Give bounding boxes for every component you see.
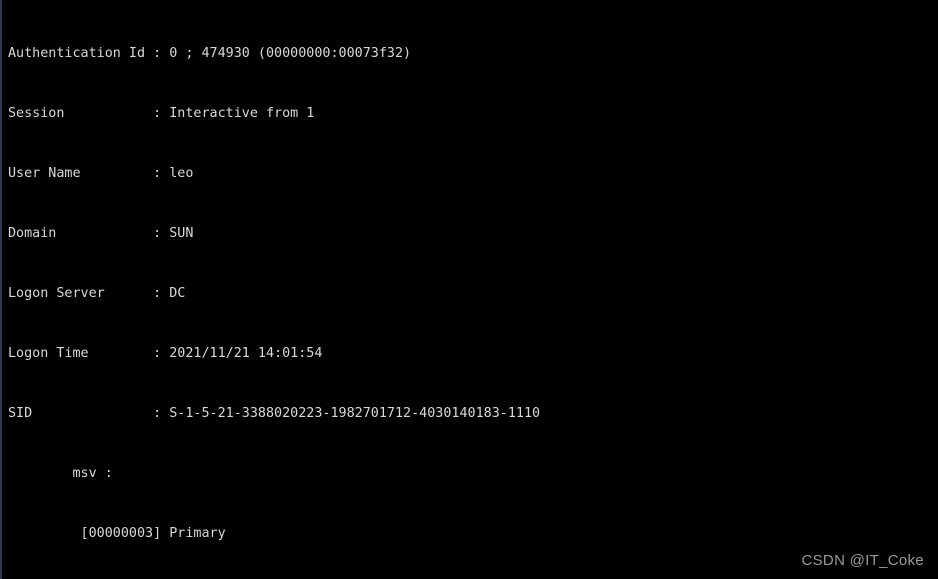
console-line: msv : <box>8 466 113 481</box>
console-line: Logon Server : DC <box>8 286 186 301</box>
console-line: Domain : SUN <box>8 226 194 241</box>
terminal-window[interactable]: Authentication Id : 0 ; 474930 (00000000… <box>0 0 938 579</box>
console-line: SID : S-1-5-21-3388020223-1982701712-403… <box>8 406 541 421</box>
console-line: [00000003] Primary <box>8 526 226 541</box>
console-line: Logon Time : 2021/11/21 14:01:54 <box>8 346 323 361</box>
console-output: Authentication Id : 0 ; 474930 (00000000… <box>2 0 540 579</box>
console-line: User Name : leo <box>8 166 194 181</box>
watermark: CSDN @IT_Coke <box>801 552 924 569</box>
console-line: Authentication Id : 0 ; 474930 (00000000… <box>8 46 412 61</box>
console-line: Session : Interactive from 1 <box>8 106 315 121</box>
